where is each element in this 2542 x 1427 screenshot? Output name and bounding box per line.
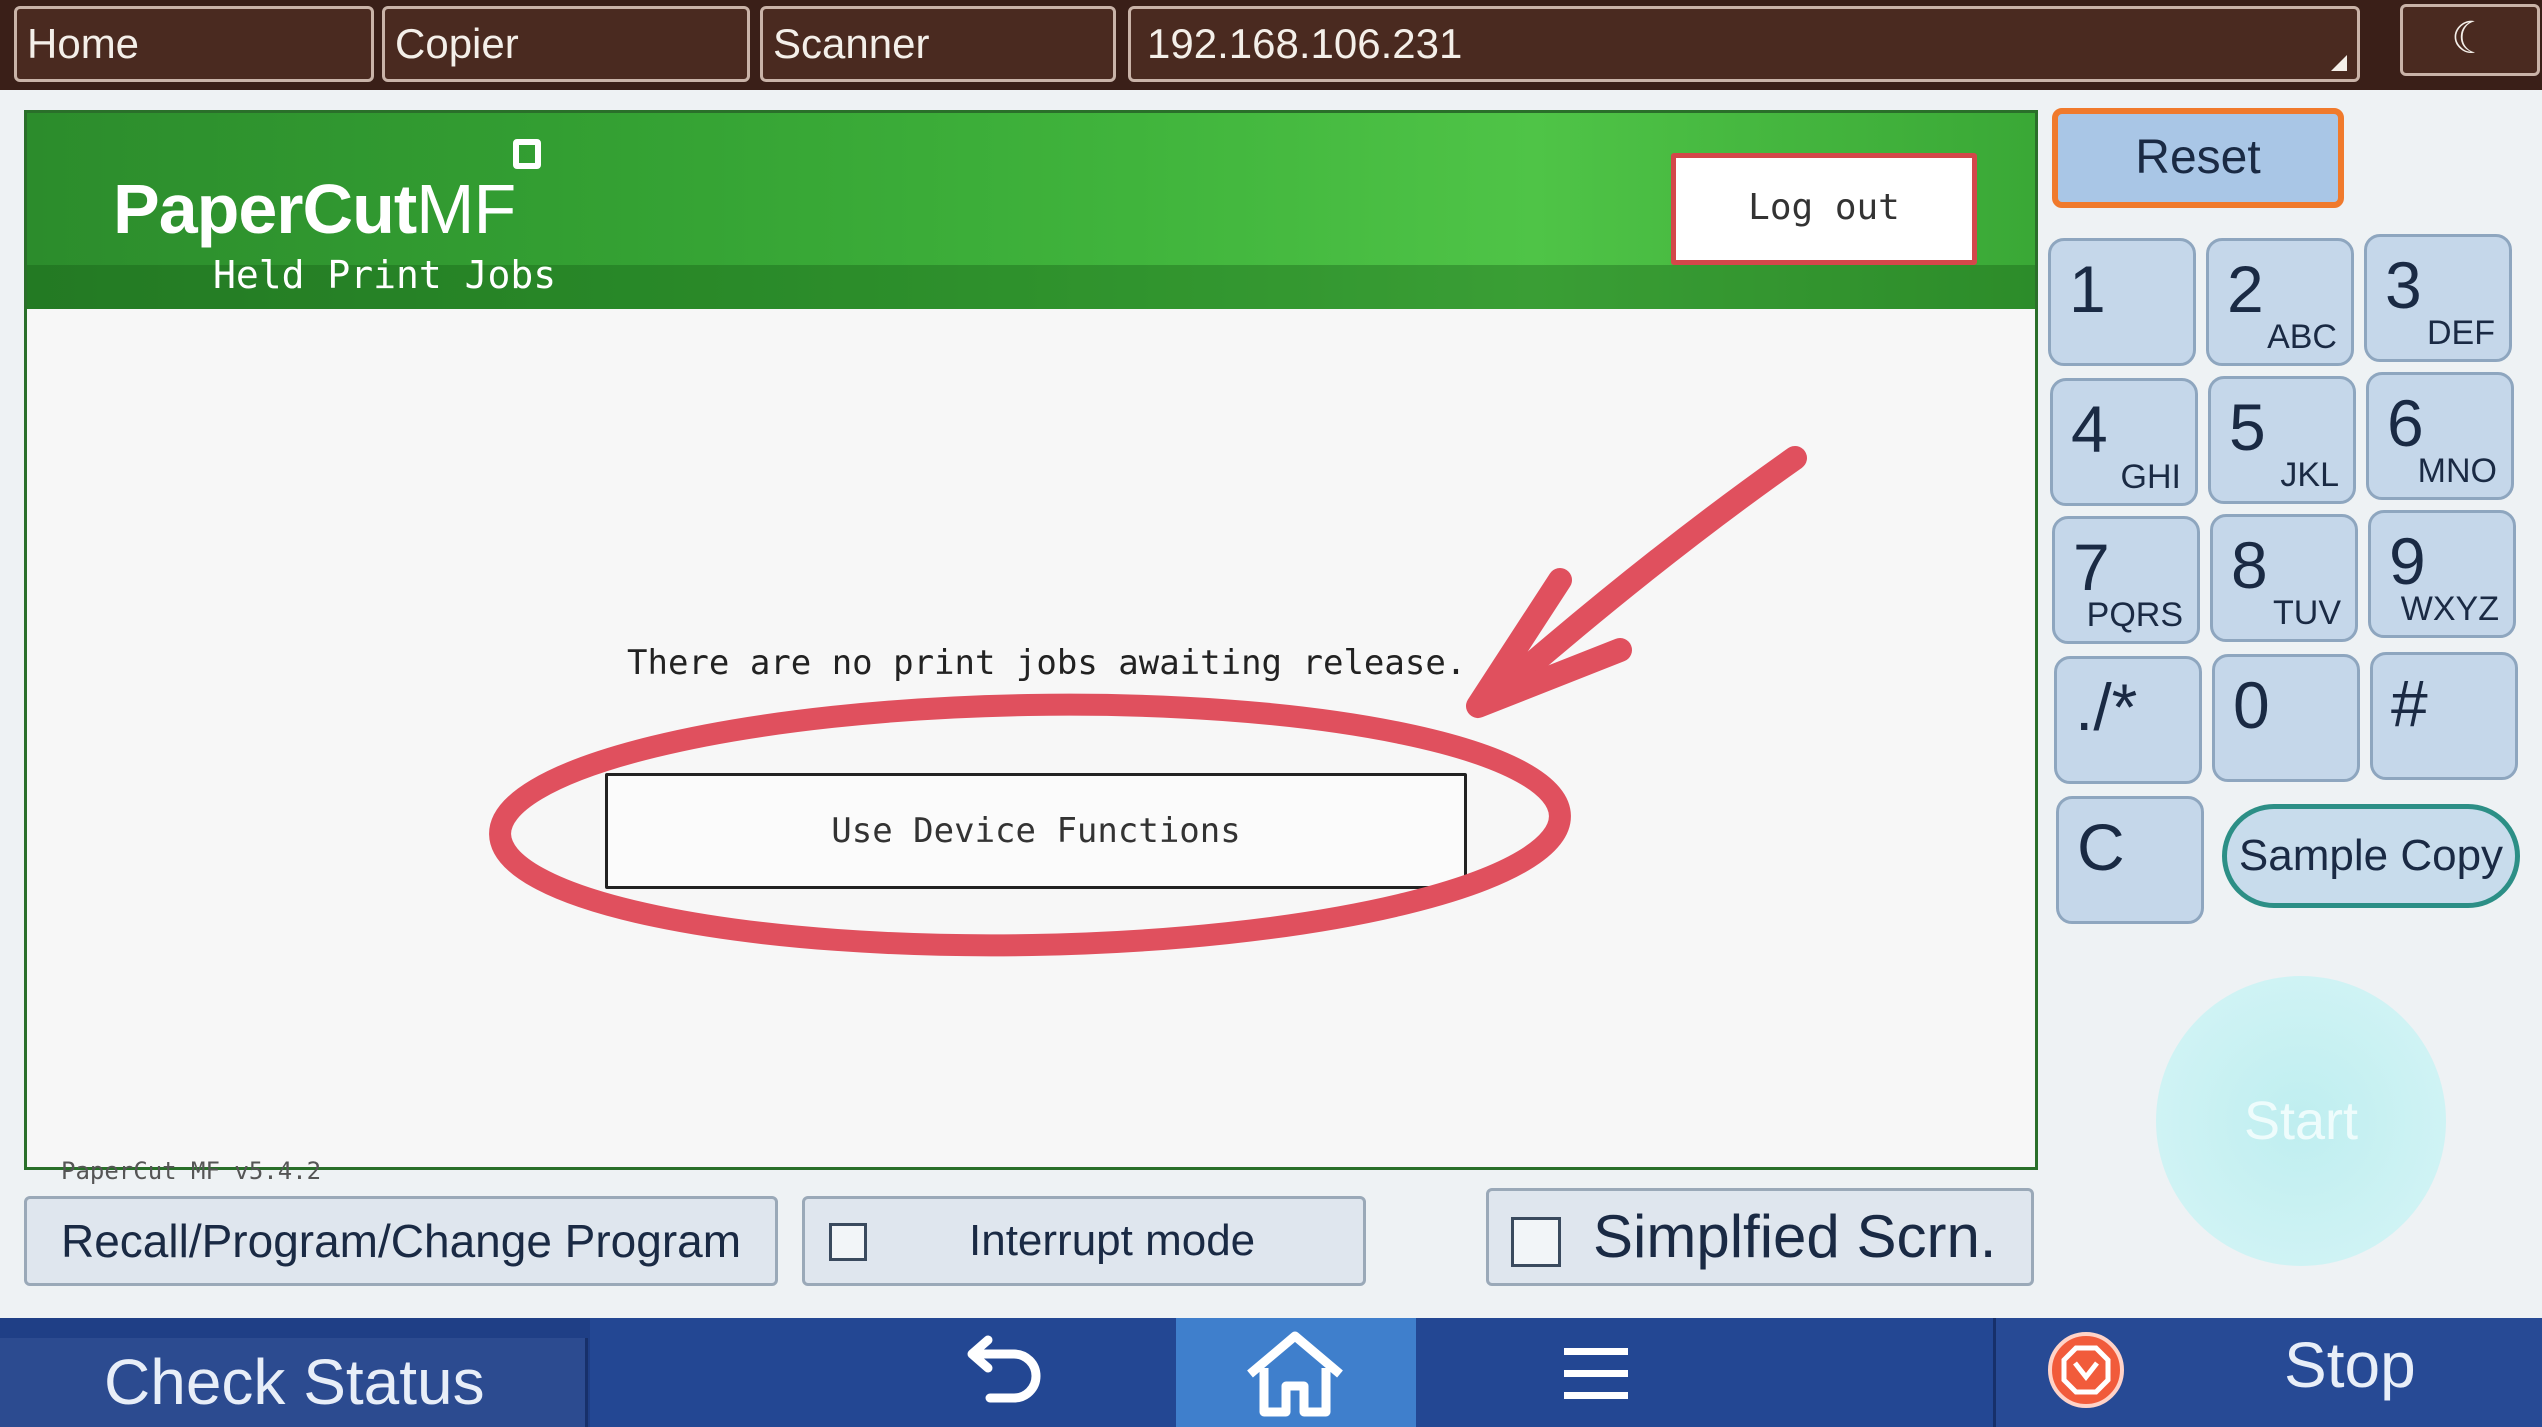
key-letters: WXYZ: [2400, 590, 2499, 628]
key-letters: PQRS: [2086, 596, 2183, 634]
key-clear[interactable]: C: [2056, 796, 2204, 924]
logo-suffix: MF: [416, 170, 516, 248]
interrupt-mode-label: Interrupt mode: [969, 1216, 1256, 1265]
key-6[interactable]: 6 MNO: [2366, 372, 2514, 500]
key-letters: TUV: [2273, 594, 2341, 632]
empty-jobs-message: There are no print jobs awaiting release…: [627, 643, 1467, 683]
papercut-header: PaperCutMF Held Print Jobs Log out: [27, 113, 2035, 309]
key-number: #: [2391, 666, 2428, 740]
checkbox-icon: [1511, 1217, 1561, 1267]
use-device-functions-button[interactable]: Use Device Functions: [605, 773, 1467, 889]
address-label: 192.168.106.231: [1147, 20, 1463, 67]
key-dot-star[interactable]: ./*: [2054, 656, 2202, 784]
papercut-panel: PaperCutMF Held Print Jobs Log out There…: [24, 110, 2038, 1185]
stop-label: Stop: [2284, 1329, 2416, 1401]
stop-button[interactable]: Stop: [1996, 1318, 2542, 1427]
key-8[interactable]: 8 TUV: [2210, 514, 2358, 642]
version-label: PaperCut MF v5.4.2: [61, 1157, 322, 1185]
check-status-button[interactable]: Check Status: [0, 1338, 588, 1427]
reset-button[interactable]: Reset: [2052, 108, 2344, 208]
top-tab-bar: Home Copier Scanner 192.168.106.231 ☾: [0, 0, 2542, 90]
interrupt-mode-button[interactable]: Interrupt mode: [802, 1196, 1366, 1286]
tab-home[interactable]: Home: [14, 6, 374, 82]
back-button[interactable]: [590, 1318, 1176, 1427]
tab-address[interactable]: 192.168.106.231: [1128, 6, 2360, 82]
key-2[interactable]: 2 ABC: [2206, 238, 2354, 366]
key-number: 9: [2389, 524, 2426, 598]
tab-scanner[interactable]: Scanner: [760, 6, 1116, 82]
page-subtitle: Held Print Jobs: [213, 253, 557, 297]
simplified-screen-label: Simplfied Scrn.: [1593, 1203, 1997, 1270]
key-number: 7: [2073, 530, 2110, 604]
key-letters: GHI: [2120, 458, 2181, 496]
key-7[interactable]: 7 PQRS: [2052, 516, 2200, 644]
logout-button[interactable]: Log out: [1671, 153, 1977, 265]
dropdown-corner-icon: [2331, 55, 2347, 71]
home-icon: [1247, 1331, 1343, 1417]
key-letters: DEF: [2427, 314, 2495, 352]
key-1[interactable]: 1: [2048, 238, 2196, 366]
simplified-screen-button[interactable]: Simplfied Scrn.: [1486, 1188, 2034, 1286]
key-number: 6: [2387, 386, 2424, 460]
key-letters: ABC: [2267, 318, 2337, 356]
key-number: 8: [2231, 528, 2268, 602]
logo-text: PaperCut: [113, 170, 417, 248]
home-button[interactable]: [1176, 1318, 1416, 1427]
key-number: ./*: [2075, 670, 2138, 744]
key-9[interactable]: 9 WXYZ: [2368, 510, 2516, 638]
key-number: 5: [2229, 390, 2266, 464]
stop-icon: [2048, 1332, 2124, 1408]
key-hash[interactable]: #: [2370, 652, 2518, 780]
energy-saver-button[interactable]: ☾: [2400, 4, 2540, 76]
key-number: 3: [2385, 248, 2422, 322]
key-number: 1: [2069, 252, 2106, 326]
key-letters: JKL: [2280, 456, 2339, 494]
menu-icon: [1564, 1348, 1628, 1399]
key-number: 2: [2227, 252, 2264, 326]
moon-icon: ☾: [2451, 13, 2491, 64]
key-3[interactable]: 3 DEF: [2364, 234, 2512, 362]
sample-copy-button[interactable]: Sample Copy: [2222, 804, 2520, 908]
logo-mark-icon: [513, 139, 541, 169]
papercut-logo: PaperCutMF: [113, 169, 516, 249]
key-4[interactable]: 4 GHI: [2050, 378, 2198, 506]
key-5[interactable]: 5 JKL: [2208, 376, 2356, 504]
copier-panel-screen: Home Copier Scanner 192.168.106.231 ☾ Pa…: [0, 0, 2542, 1427]
key-number: 0: [2233, 668, 2270, 742]
key-number: C: [2077, 810, 2125, 884]
tab-copier[interactable]: Copier: [382, 6, 750, 82]
key-letters: MNO: [2417, 452, 2497, 490]
key-number: 4: [2071, 392, 2108, 466]
recall-program-button[interactable]: Recall/Program/Change Program: [24, 1196, 778, 1286]
key-0[interactable]: 0: [2212, 654, 2360, 782]
checkbox-icon: [829, 1223, 867, 1261]
back-arrow-icon: [967, 1335, 1041, 1403]
menu-button[interactable]: [1416, 1318, 1996, 1427]
start-button[interactable]: Start: [2156, 976, 2446, 1266]
